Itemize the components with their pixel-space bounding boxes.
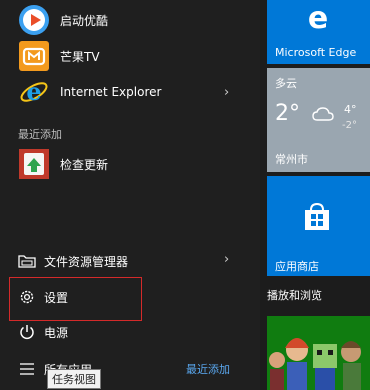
power-icon (20, 325, 34, 340)
app-label: Internet Explorer (60, 85, 162, 99)
weather-high: 4° (344, 103, 357, 116)
weather-condition: 多云 (275, 77, 297, 90)
file-explorer-label: 文件资源管理器 (44, 255, 129, 269)
recently-added-link[interactable]: 最近添加 (186, 361, 230, 377)
settings-highlight-frame (9, 277, 142, 321)
app-item-youku[interactable]: 启动优酷 (0, 2, 260, 38)
power-item[interactable]: 电源 (0, 317, 260, 347)
weather-city: 常州市 (275, 153, 308, 166)
ie-icon: e (20, 77, 48, 106)
tile-weather[interactable]: 多云 2° 4° -2° 常州市 (267, 68, 370, 172)
update-check-icon (19, 149, 49, 179)
chevron-right-icon[interactable]: › (224, 85, 229, 100)
app-item-internet-explorer[interactable]: e Internet Explorer › (0, 74, 260, 110)
app-label: 芒果TV (60, 49, 100, 64)
weather-low: -2° (342, 120, 357, 131)
app-label: 启动优酷 (60, 13, 109, 28)
tile-group-heading: 播放和浏览 (267, 289, 322, 302)
tile-xbox[interactable] (267, 316, 370, 390)
tile-label: Microsoft Edge (275, 46, 357, 59)
file-explorer-item[interactable]: 文件资源管理器 › (0, 246, 260, 276)
app-item-check-update[interactable]: 检查更新 (0, 146, 260, 182)
tile-microsoft-edge[interactable]: e Microsoft Edge (267, 0, 370, 64)
xbox-avatars-icon (267, 316, 370, 390)
task-view-tooltip: 任务视图 (47, 369, 101, 389)
app-label: 检查更新 (60, 157, 109, 172)
store-bag-icon (305, 202, 329, 230)
list-icon (20, 363, 34, 375)
youku-icon (19, 5, 49, 35)
folder-icon (18, 255, 36, 268)
chevron-right-icon[interactable]: › (224, 252, 229, 267)
edge-icon: e (308, 2, 328, 32)
svg-text:e: e (26, 77, 41, 106)
tile-store[interactable]: 应用商店 (267, 176, 370, 276)
start-menu-app-list: 启动优酷 芒果TV e Internet Explorer › 最近添加 检查更… (0, 0, 260, 390)
recently-added-heading: 最近添加 (18, 128, 62, 141)
power-label: 电源 (44, 326, 69, 340)
cloud-icon (312, 107, 334, 121)
weather-temperature: 2° (275, 101, 300, 126)
mango-tv-icon (19, 41, 49, 71)
tile-label: 应用商店 (275, 260, 319, 273)
app-item-mango-tv[interactable]: 芒果TV (0, 38, 260, 74)
svg-text:e: e (308, 2, 328, 32)
